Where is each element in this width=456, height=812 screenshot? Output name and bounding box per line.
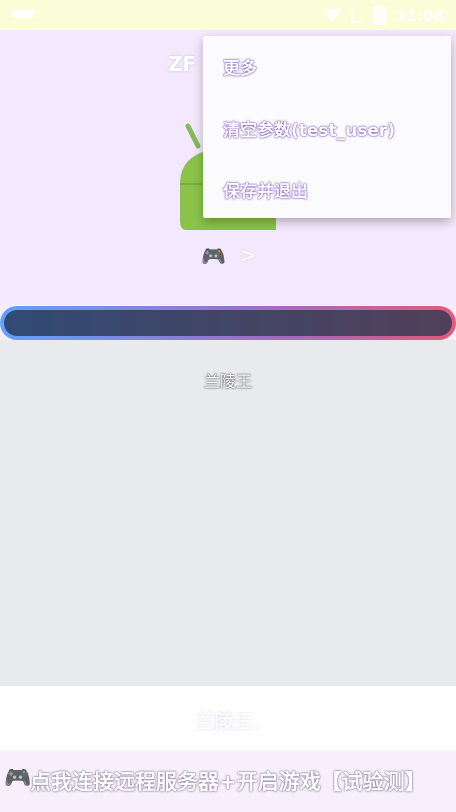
name-field-text[interactable]: 兰陵王.: [0, 707, 456, 734]
status-bar: 11:08: [0, 0, 456, 30]
signal-icon: [351, 8, 364, 23]
menu-item-clear-params[interactable]: 清空参数(test_user): [223, 116, 395, 141]
app-title: ZF: [168, 52, 197, 76]
gamepad-icon[interactable]: 🎮: [201, 244, 226, 268]
progress-bar-track: [4, 310, 452, 336]
menu-item-more[interactable]: 更多: [223, 54, 257, 79]
progress-bar: [0, 306, 456, 340]
battery-icon: [373, 6, 387, 25]
connect-server-button[interactable]: 点我连接远程服务器+开启游戏【试验测】: [30, 766, 426, 796]
chevron-right-icon[interactable]: >: [240, 243, 257, 267]
overflow-menu: 更多 清空参数(test_user) 保存并退出: [203, 36, 451, 218]
server-label: 兰陵王: [203, 372, 252, 391]
status-time: 11:08: [396, 6, 444, 25]
notification-icon: [12, 10, 34, 18]
menu-item-save-exit[interactable]: 保存并退出: [223, 177, 308, 202]
gamepad-icon: 🎮: [4, 766, 32, 791]
wifi-icon: [323, 9, 342, 22]
